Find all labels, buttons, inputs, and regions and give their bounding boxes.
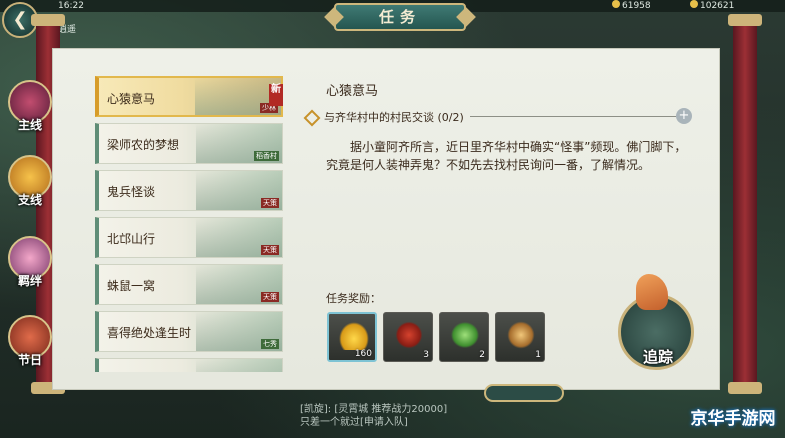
gold-ingot-icon (339, 322, 369, 350)
sidebar-item-main[interactable]: 主线 (6, 80, 54, 133)
expand-plus-icon[interactable]: + (676, 108, 692, 124)
quest-thumbnail (196, 359, 282, 372)
sidebar-item-label: 羁绊 (17, 274, 42, 288)
quest-objective[interactable]: 与齐华村中的村民交谈 (0/2) (303, 109, 464, 127)
quest-item[interactable]: 蛛鼠一窝 天策 (95, 264, 283, 305)
objective-progress: (0/2) (437, 111, 464, 124)
quest-name: 喜得绝处逢生时 (107, 326, 192, 340)
quest-item[interactable]: 心猿意马 少林 新 (95, 76, 283, 117)
new-badge: 新 (269, 84, 283, 106)
sidebar-item-label: 主线 (17, 118, 42, 132)
objective-diamond-icon (303, 109, 321, 127)
quest-region-tag: 七秀 (261, 339, 279, 349)
reward-item[interactable]: 160 (327, 312, 377, 362)
quest-region-tag: 稻香村 (254, 151, 279, 161)
track-button-label[interactable]: 追踪 (630, 346, 686, 367)
reward-item[interactable]: 2 (439, 312, 489, 362)
sidebar-item-bond[interactable]: 羁绊 (6, 236, 54, 289)
quest-name: 北邙山行 (107, 232, 156, 246)
quest-item[interactable]: 北邙山行 天策 (95, 217, 283, 258)
objective-text: 与齐华村中的村民交谈 (324, 111, 434, 124)
quest-region-tag: 天策 (261, 292, 279, 302)
reward-quantity: 2 (479, 350, 485, 360)
coin-icon (612, 0, 620, 8)
quest-description: 据小童阿齐所言，近日里齐华村中确实“怪事”频现。佛门脚下，究竟是何人装神弄鬼？不… (326, 140, 687, 172)
chat-line: [凯旋]: [灵霄城 推荐战力20000] (300, 404, 448, 415)
red-fruit-icon (394, 321, 424, 349)
clock: 16:22 (58, 1, 84, 11)
currency-amount-2: 102621 (700, 1, 735, 11)
sidebar-item-label: 支线 (17, 193, 42, 207)
divider (470, 116, 676, 117)
bottom-ornament (484, 384, 564, 402)
quest-list[interactable]: 心猿意马 少林 新 梁师农的梦想 稻香村 鬼兵怪谈 天策 北邙山行 天策 蛛鼠一… (95, 76, 283, 372)
sidebar-item-label: 节日 (17, 353, 42, 367)
reward-quantity: 1 (535, 350, 541, 360)
site-watermark: 京华手游网 (690, 409, 776, 429)
quest-name: 鬼兵怪谈 (107, 185, 156, 199)
reward-item[interactable]: 1 (495, 312, 545, 362)
sidebar-item-festival[interactable]: 节日 (6, 315, 54, 368)
quest-detail-title: 心猿意马 (326, 84, 379, 99)
quest-item[interactable]: 喜得绝处逢生时 七秀 (95, 311, 283, 352)
green-vegetable-icon (450, 321, 480, 349)
chat-box[interactable]: [凯旋]: [灵霄城 推荐战力20000] 只差一个就过[申请入队] (300, 403, 447, 429)
scroll-rod-right (728, 14, 762, 394)
coin-icon (690, 0, 698, 8)
quest-region-tag: 天策 (261, 198, 279, 208)
quest-item[interactable] (95, 358, 283, 372)
quest-item[interactable]: 梁师农的梦想 稻香村 (95, 123, 283, 164)
quest-name: 梁师农的梦想 (107, 138, 180, 152)
sidebar-item-side[interactable]: 支线 (6, 155, 54, 208)
arrow-left-icon: ❮ (12, 9, 28, 30)
chat-line: 只差一个就过[申请入队] (300, 417, 408, 428)
quest-name: 心猿意马 (107, 92, 156, 106)
currency-amount-1: 61958 (622, 1, 651, 11)
quest-item[interactable]: 鬼兵怪谈 天策 (95, 170, 283, 211)
monkey-icon (506, 321, 536, 349)
reward-item[interactable]: 3 (383, 312, 433, 362)
page-title: 任务 (334, 3, 466, 31)
reward-quantity: 160 (354, 349, 372, 359)
quest-name: 蛛鼠一窝 (107, 279, 156, 293)
reward-quantity: 3 (423, 350, 429, 360)
reward-label: 任务奖励： (326, 292, 381, 305)
quest-region-tag: 天策 (261, 245, 279, 255)
